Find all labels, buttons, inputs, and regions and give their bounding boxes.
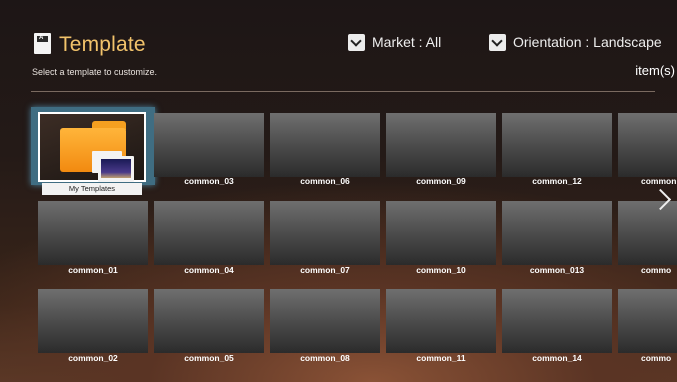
- template-tile-label: common_04: [184, 265, 234, 275]
- template-tile-label: commo: [641, 265, 672, 275]
- template-tile-label: common: [641, 176, 677, 186]
- template-tile-label: common_14: [532, 353, 582, 363]
- template-tile-label: commo: [641, 353, 672, 363]
- template-tile[interactable]: [386, 201, 496, 265]
- template-tile[interactable]: [386, 289, 496, 353]
- template-tile-label: common_06: [300, 176, 350, 186]
- template-tile-label: common_01: [68, 265, 118, 275]
- template-tile[interactable]: [618, 113, 677, 177]
- template-tile[interactable]: [154, 113, 264, 177]
- template-tile-label: common_07: [300, 265, 350, 275]
- template-tile[interactable]: [502, 201, 612, 265]
- template-tile[interactable]: [38, 201, 148, 265]
- template-tile-label: common_10: [416, 265, 466, 275]
- template-tile-label: common_02: [68, 353, 118, 363]
- template-tile[interactable]: [386, 113, 496, 177]
- template-tile-label: common_013: [529, 265, 585, 275]
- template-tile-label: common_08: [300, 353, 350, 363]
- chevron-right-icon[interactable]: [657, 189, 669, 211]
- template-tile-label: common_12: [532, 176, 582, 186]
- template-tile[interactable]: [502, 113, 612, 177]
- template-tile-label: common_03: [184, 176, 234, 186]
- template-tile-label: common_05: [184, 353, 234, 363]
- photo-icon: [98, 156, 134, 182]
- template-tile[interactable]: [270, 201, 380, 265]
- template-tile[interactable]: [154, 289, 264, 353]
- template-tile[interactable]: [154, 201, 264, 265]
- my-templates-label: My Templates: [42, 183, 142, 195]
- template-tile[interactable]: [38, 289, 148, 353]
- template-tile[interactable]: [270, 113, 380, 177]
- template-tile[interactable]: [270, 289, 380, 353]
- template-grid: My Templates common_03 common_06 common_…: [0, 0, 677, 382]
- template-tile[interactable]: [502, 289, 612, 353]
- template-tile-label: common_09: [416, 176, 466, 186]
- template-tile-label: common_11: [416, 353, 466, 363]
- template-tile[interactable]: [618, 289, 677, 353]
